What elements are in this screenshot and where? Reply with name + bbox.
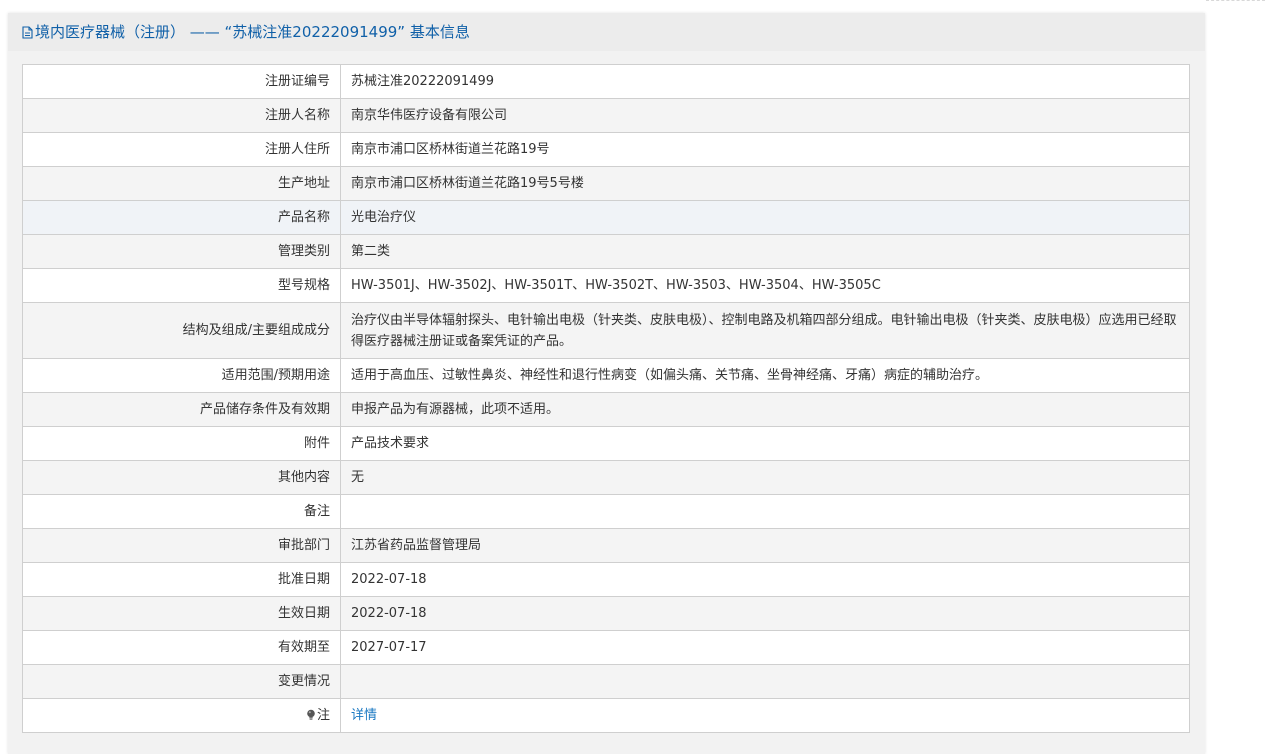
info-table-wrap: 注册证编号 苏械注准20222091499 注册人名称 南京华伟医疗设备有限公司… xyxy=(22,64,1190,733)
table-row: 注册人名称 南京华伟医疗设备有限公司 xyxy=(22,98,1190,133)
row-value-registrant-address: 南京市浦口区桥林街道兰花路19号 xyxy=(340,132,1190,167)
table-row: 产品储存条件及有效期 申报产品为有源器械，此项不适用。 xyxy=(22,392,1190,427)
detail-panel: 境内医疗器械（注册） —— “苏械注准20222091499” 基本信息 注册证… xyxy=(8,13,1205,754)
row-label-valid-until: 有效期至 xyxy=(22,630,341,665)
row-value-remarks xyxy=(340,494,1190,529)
table-row: 注册人住所 南京市浦口区桥林街道兰花路19号 xyxy=(22,132,1190,167)
table-row: 注 详情 xyxy=(22,698,1190,733)
table-row: 产品名称 光电治疗仪 xyxy=(22,200,1190,235)
table-row: 有效期至 2027-07-17 xyxy=(22,630,1190,665)
row-label-production-address: 生产地址 xyxy=(22,166,341,201)
row-value-attachment: 产品技术要求 xyxy=(340,426,1190,461)
row-value-product-name: 光电治疗仪 xyxy=(340,200,1190,235)
row-label-registrant-name: 注册人名称 xyxy=(22,98,341,133)
row-value-production-address: 南京市浦口区桥林街道兰花路19号5号楼 xyxy=(340,166,1190,201)
row-label-structure: 结构及组成/主要组成成分 xyxy=(22,302,341,359)
row-value-structure: 治疗仪由半导体辐射探头、电针输出电极（针夹类、皮肤电极）、控制电路及机箱四部分组… xyxy=(340,302,1190,359)
row-label-storage: 产品储存条件及有效期 xyxy=(22,392,341,427)
table-row: 变更情况 xyxy=(22,664,1190,699)
row-value-intended-use: 适用于高血压、过敏性鼻炎、神经性和退行性病变（如偏头痛、关节痛、坐骨神经痛、牙痛… xyxy=(340,358,1190,393)
table-row: 附件 产品技术要求 xyxy=(22,426,1190,461)
info-table: 注册证编号 苏械注准20222091499 注册人名称 南京华伟医疗设备有限公司… xyxy=(22,64,1190,733)
table-row: 型号规格 HW-3501J、HW-3502J、HW-3501T、HW-3502T… xyxy=(22,268,1190,303)
row-label-changes: 变更情况 xyxy=(22,664,341,699)
row-value-management-class: 第二类 xyxy=(340,234,1190,269)
row-label-product-name: 产品名称 xyxy=(22,200,341,235)
document-icon xyxy=(22,26,33,39)
table-row: 生产地址 南京市浦口区桥林街道兰花路19号5号楼 xyxy=(22,166,1190,201)
table-row: 审批部门 江苏省药品监督管理局 xyxy=(22,528,1190,563)
table-row: 其他内容 无 xyxy=(22,460,1190,495)
details-link[interactable]: 详情 xyxy=(351,708,377,723)
row-label-approval-dept: 审批部门 xyxy=(22,528,341,563)
top-divider xyxy=(1206,0,1265,1)
row-label-intended-use: 适用范围/预期用途 xyxy=(22,358,341,393)
row-value-changes xyxy=(340,664,1190,699)
row-label-note: 注 xyxy=(22,698,341,733)
row-label-effective-date: 生效日期 xyxy=(22,596,341,631)
table-row: 适用范围/预期用途 适用于高血压、过敏性鼻炎、神经性和退行性病变（如偏头痛、关节… xyxy=(22,358,1190,393)
panel-header: 境内医疗器械（注册） —— “苏械注准20222091499” 基本信息 xyxy=(8,13,1205,51)
table-row: 生效日期 2022-07-18 xyxy=(22,596,1190,631)
row-value-other: 无 xyxy=(340,460,1190,495)
row-label-registrant-address: 注册人住所 xyxy=(22,132,341,167)
row-value-effective-date: 2022-07-18 xyxy=(340,596,1190,631)
row-value-model-spec: HW-3501J、HW-3502J、HW-3501T、HW-3502T、HW-3… xyxy=(340,268,1190,303)
row-value-registrant-name: 南京华伟医疗设备有限公司 xyxy=(340,98,1190,133)
row-value-approval-date: 2022-07-18 xyxy=(340,562,1190,597)
row-label-attachment: 附件 xyxy=(22,426,341,461)
row-label-other: 其他内容 xyxy=(22,460,341,495)
table-row: 备注 xyxy=(22,494,1190,529)
note-label: 注 xyxy=(316,708,330,723)
table-row: 结构及组成/主要组成成分 治疗仪由半导体辐射探头、电针输出电极（针夹类、皮肤电极… xyxy=(22,302,1190,359)
lightbulb-icon xyxy=(307,709,315,720)
row-label-registration-no: 注册证编号 xyxy=(22,64,341,99)
row-value-valid-until: 2027-07-17 xyxy=(340,630,1190,665)
table-row: 注册证编号 苏械注准20222091499 xyxy=(22,64,1190,99)
row-value-approval-dept: 江苏省药品监督管理局 xyxy=(340,528,1190,563)
row-label-model-spec: 型号规格 xyxy=(22,268,341,303)
row-value-storage: 申报产品为有源器械，此项不适用。 xyxy=(340,392,1190,427)
table-row: 批准日期 2022-07-18 xyxy=(22,562,1190,597)
row-label-approval-date: 批准日期 xyxy=(22,562,341,597)
row-label-remarks: 备注 xyxy=(22,494,341,529)
row-label-management-class: 管理类别 xyxy=(22,234,341,269)
page-title: 境内医疗器械（注册） —— “苏械注准20222091499” 基本信息 xyxy=(35,23,470,41)
table-row: 管理类别 第二类 xyxy=(22,234,1190,269)
row-value-registration-no: 苏械注准20222091499 xyxy=(340,64,1190,99)
row-value-note: 详情 xyxy=(340,698,1190,733)
